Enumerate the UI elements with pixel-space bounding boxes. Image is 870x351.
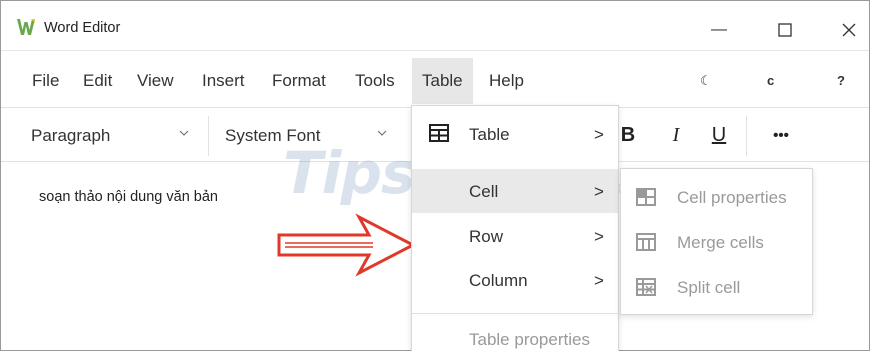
maximize-button[interactable] [763, 9, 807, 51]
bold-button[interactable]: B [617, 120, 639, 150]
menu-item-label: Column [469, 271, 528, 290]
table-menu-item-column[interactable]: Column > [412, 258, 618, 302]
menu-table[interactable]: Table [412, 58, 473, 104]
table-menu-item-row[interactable]: Row > [412, 214, 618, 258]
menu-tools[interactable]: Tools [355, 67, 395, 95]
block-format-select[interactable]: Paragraph [17, 116, 201, 156]
submenu-item-label: Merge cells [677, 233, 764, 252]
menu-help[interactable]: Help [489, 67, 524, 95]
menu-file[interactable]: File [32, 67, 59, 95]
split-cell-icon [636, 278, 656, 296]
cell-properties-icon [636, 188, 656, 206]
more-options-button[interactable]: ••• [764, 120, 798, 150]
submenu-item-label: Split cell [677, 278, 741, 297]
chevron-right-icon: > [594, 125, 604, 144]
submenu-item-merge-cells: Merge cells [621, 220, 812, 264]
app-logo-icon [17, 19, 35, 35]
refresh-icon[interactable]: c [767, 73, 774, 88]
table-properties-item: Table properties [469, 330, 590, 349]
submenu-item-cell-properties: Cell properties [621, 175, 812, 219]
window-title: Word Editor [44, 20, 121, 36]
close-icon [842, 23, 856, 37]
submenu-item-split-cell: Split cell [621, 265, 812, 309]
moon-icon[interactable]: ☾ [700, 73, 712, 89]
minimize-button[interactable]: — [697, 9, 741, 51]
table-menu-dropdown: Table > Cell > Row > Column > Table prop… [411, 105, 619, 351]
font-family-select[interactable]: System Font [211, 116, 401, 156]
menu-divider [412, 313, 618, 314]
merge-cells-icon [636, 233, 656, 251]
font-family-value: System Font [225, 126, 321, 145]
chevron-right-icon: > [594, 271, 604, 290]
maximize-icon [778, 23, 792, 37]
menu-view[interactable]: View [137, 67, 174, 95]
menu-edit[interactable]: Edit [83, 67, 112, 95]
table-menu-item-cell[interactable]: Cell > [412, 169, 618, 213]
table-menu-item-table[interactable]: Table > [412, 112, 618, 156]
annotation-arrow [277, 213, 417, 277]
chevron-right-icon: > [594, 182, 604, 201]
toolbar-divider [746, 116, 747, 156]
cell-submenu: Cell properties Merge cells Split cell [620, 168, 813, 315]
menu-item-label: Cell [469, 182, 499, 201]
submenu-item-label: Cell properties [677, 188, 787, 207]
menu-insert[interactable]: Insert [202, 67, 245, 95]
close-button[interactable] [827, 9, 870, 51]
minimize-icon: — [711, 21, 727, 38]
chevron-down-icon [377, 130, 387, 136]
italic-button[interactable]: I [665, 120, 687, 150]
menu-format[interactable]: Format [272, 67, 326, 95]
menu-bar: File Edit View Insert Format Tools Table… [1, 53, 869, 107]
document-text[interactable]: soạn thảo nội dung văn bản [39, 189, 218, 205]
chevron-down-icon [179, 130, 189, 136]
chevron-right-icon: > [594, 227, 604, 246]
toolbar-divider [208, 116, 209, 156]
block-format-value: Paragraph [31, 126, 111, 145]
help-icon[interactable]: ? [837, 73, 845, 88]
underline-button[interactable]: U [707, 120, 731, 150]
table-icon [429, 124, 449, 142]
menu-item-label: Row [469, 227, 504, 246]
title-bar: Word Editor — [1, 1, 869, 51]
app-window: Word Editor — File Edit View Insert Form… [0, 0, 870, 351]
menu-item-label: Table [469, 125, 510, 144]
